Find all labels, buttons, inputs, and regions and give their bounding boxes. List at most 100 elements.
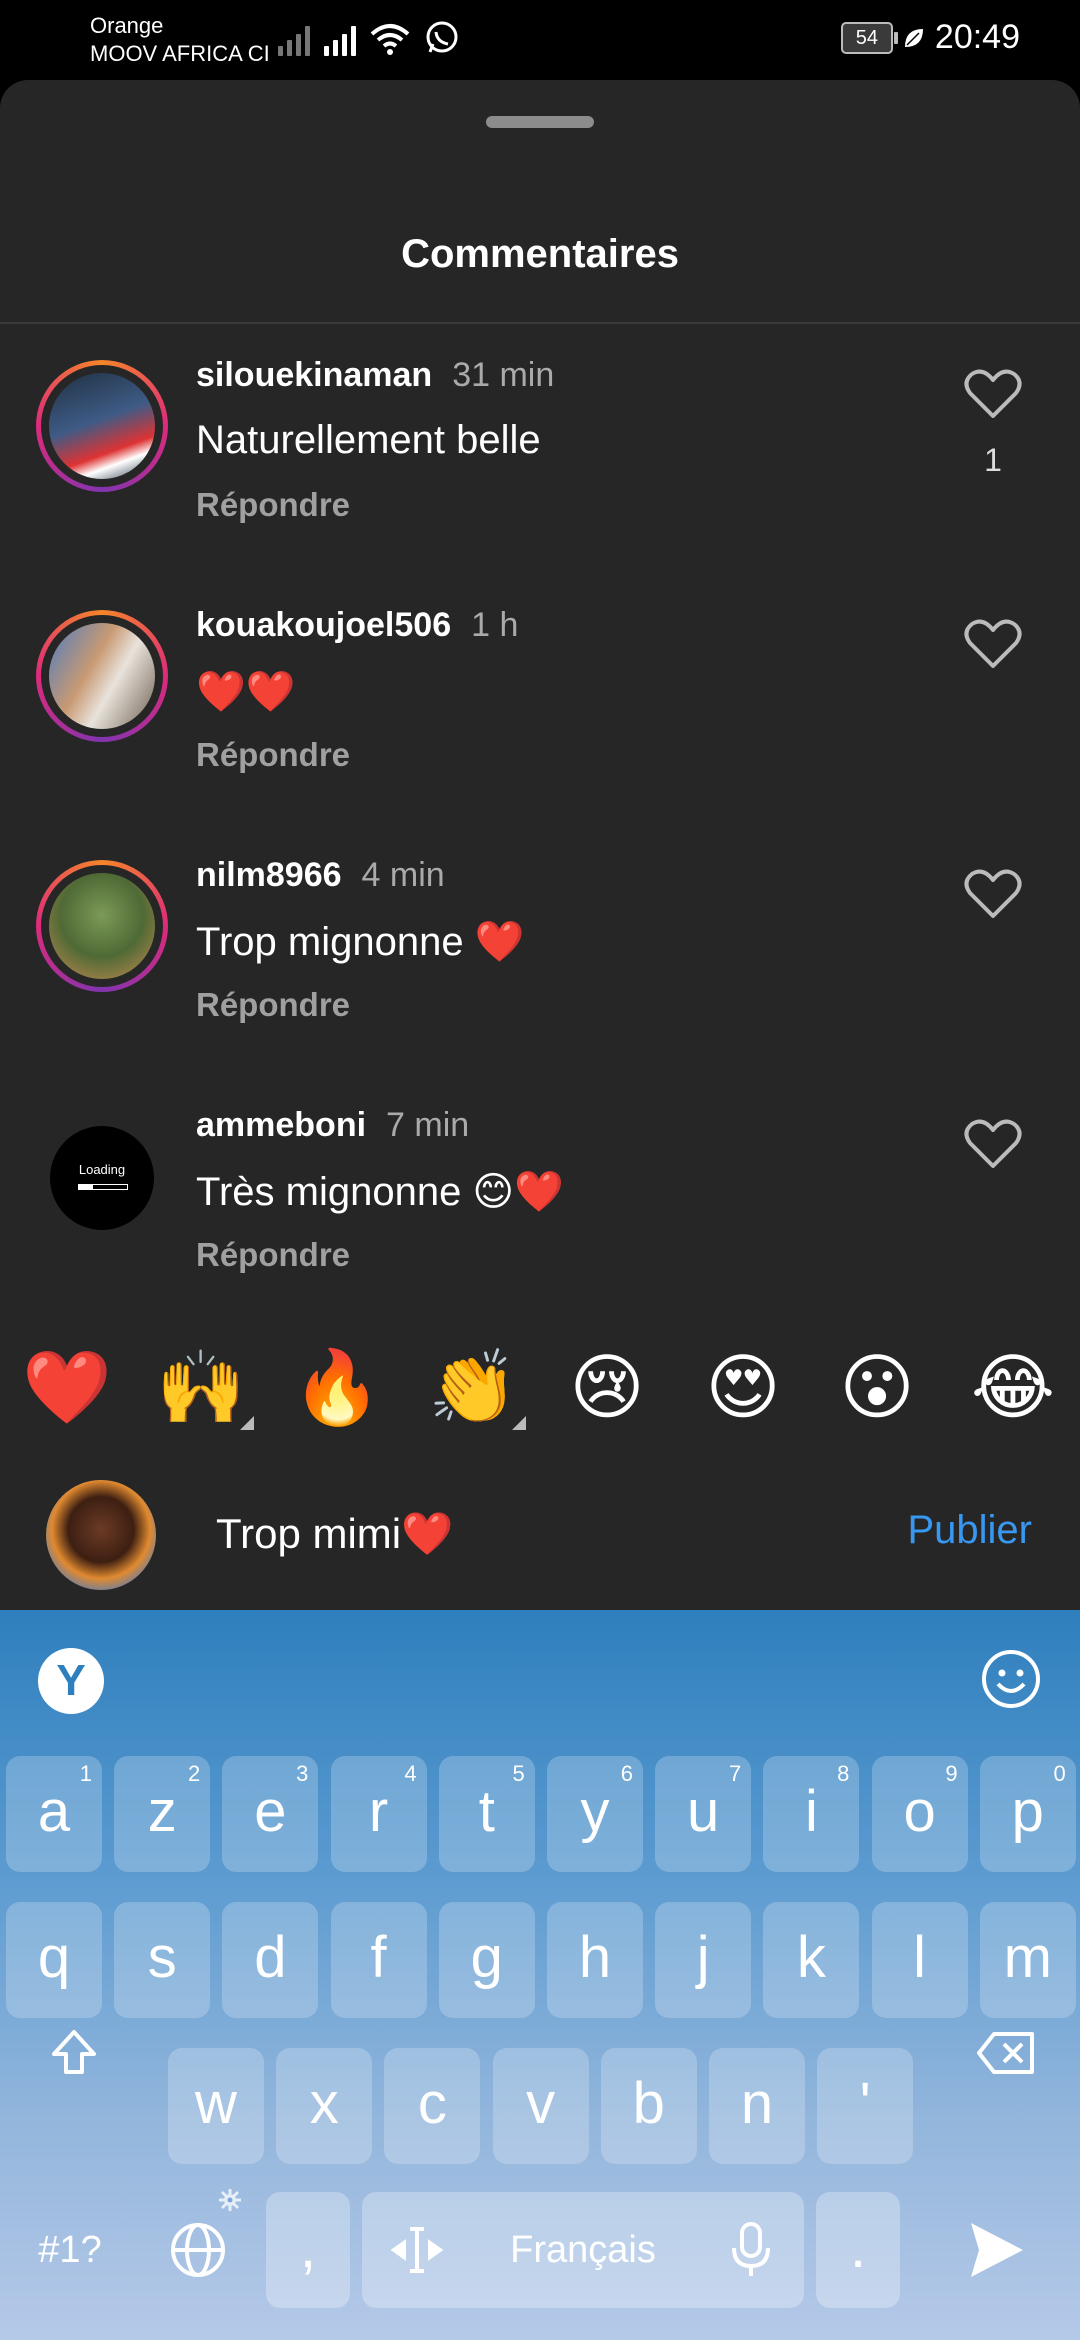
- emoji-crying[interactable]: 😢: [562, 1342, 652, 1432]
- key-p-number: 0: [1053, 1761, 1066, 1786]
- microphone-icon: [732, 2222, 770, 2276]
- key-h[interactable]: h: [547, 1902, 643, 2018]
- globe-key[interactable]: [150, 2189, 246, 2308]
- key-c[interactable]: c: [384, 2048, 481, 2164]
- avatar[interactable]: [36, 860, 168, 992]
- comment-header: ammeboni 7 min: [196, 1106, 469, 1145]
- comment-text: ❤️❤️: [196, 669, 296, 715]
- key-u[interactable]: u7: [655, 1756, 752, 1872]
- key-w[interactable]: w: [168, 2048, 264, 2164]
- drag-handle[interactable]: [486, 116, 594, 128]
- key-o[interactable]: o9: [871, 1756, 968, 1872]
- keyboard-logo-icon[interactable]: Y: [38, 1648, 104, 1714]
- cursor-move-icon: [390, 2227, 444, 2273]
- comment-composer: Trop mimi❤️ Publier: [0, 1460, 1080, 1610]
- key-g[interactable]: g: [438, 1902, 535, 2018]
- key-t-number: 5: [512, 1761, 525, 1786]
- comma-key[interactable]: ,: [266, 2192, 350, 2308]
- key-a[interactable]: a1: [6, 1756, 102, 1872]
- backspace-icon: [977, 2032, 1034, 2074]
- comment-header: nilm8966 4 min: [196, 856, 445, 895]
- emoji-raised-hands-glyph: 🙌: [156, 1345, 246, 1429]
- reply-button[interactable]: Répondre: [196, 736, 350, 774]
- key-x[interactable]: x: [276, 2048, 373, 2164]
- comment-username[interactable]: silouekinaman: [196, 356, 432, 394]
- reply-button[interactable]: Répondre: [196, 1236, 350, 1274]
- keyboard: Y a1z2e3r4t5y6u7i8o9p0 qsdfghjklm wxcvbn…: [0, 1610, 1080, 2340]
- comment-time: 31 min: [452, 356, 555, 394]
- key-p-label: p: [1011, 1779, 1044, 1844]
- key-y[interactable]: y6: [547, 1756, 643, 1872]
- publish-button[interactable]: Publier: [907, 1508, 1032, 1553]
- key-u-number: 7: [728, 1761, 742, 1786]
- comment-time: 1 h: [471, 606, 519, 644]
- comment-text: Très mignonne 😊❤️: [196, 1170, 564, 1214]
- key-e[interactable]: e3: [222, 1756, 319, 1872]
- comment-input[interactable]: Trop mimi❤️: [216, 1510, 453, 1559]
- key-f[interactable]: f: [330, 1902, 427, 2018]
- key-y-label: y: [580, 1779, 610, 1844]
- key-v[interactable]: v: [492, 2048, 589, 2164]
- key-s[interactable]: s: [114, 1902, 211, 2018]
- key-b[interactable]: b: [600, 2048, 697, 2164]
- key-z[interactable]: z2: [114, 1756, 211, 1872]
- shift-icon: [52, 2030, 96, 2074]
- comment-username[interactable]: nilm8966: [196, 856, 342, 894]
- key-j[interactable]: j: [655, 1902, 752, 2018]
- key-e-number: 3: [296, 1761, 309, 1786]
- avatar[interactable]: Loading: [50, 1126, 154, 1230]
- carrier-labels: Orange MOOV AFRICA CI: [90, 12, 270, 68]
- heart-icon[interactable]: [964, 1118, 1022, 1170]
- symbols-key[interactable]: #1?: [30, 2192, 110, 2308]
- emoji-quick-bar: ❤️ 🙌 🔥 👏 😢 😍 😮 😂: [0, 1328, 1080, 1438]
- reply-button[interactable]: Répondre: [196, 986, 350, 1024]
- comments-sheet: Commentaires silouekinaman 31 min Naturel…: [0, 80, 1080, 1610]
- emoji-surprised[interactable]: 😮: [832, 1342, 922, 1432]
- avatar[interactable]: [36, 360, 168, 492]
- comment-header: silouekinaman 31 min: [196, 356, 554, 395]
- backspace-key[interactable]: [950, 1994, 1062, 2110]
- key-o-label: o: [903, 1779, 936, 1844]
- emoji-raised-hands[interactable]: 🙌: [156, 1342, 254, 1432]
- key-t[interactable]: t5: [438, 1756, 535, 1872]
- key-apostrophe[interactable]: ': [817, 2048, 914, 2164]
- enter-key[interactable]: [940, 2192, 1052, 2308]
- comment-time: 7 min: [386, 1106, 470, 1144]
- loading-bar: [78, 1184, 128, 1190]
- key-r[interactable]: r4: [330, 1756, 427, 1872]
- heart-icon[interactable]: [964, 368, 1022, 420]
- key-a-label: a: [37, 1779, 71, 1844]
- wifi-icon: [370, 24, 410, 55]
- key-d[interactable]: d: [222, 1902, 319, 2018]
- shift-key[interactable]: [18, 1994, 130, 2110]
- key-i-number: 8: [837, 1761, 850, 1786]
- emoji-laughing[interactable]: 😂: [968, 1342, 1058, 1432]
- emoji-heart-eyes[interactable]: 😍: [698, 1342, 788, 1432]
- key-p[interactable]: p0: [979, 1756, 1076, 1872]
- status-right: 54 20:49: [840, 18, 1020, 57]
- reply-button[interactable]: Répondre: [196, 486, 350, 524]
- carrier-1: Orange: [90, 13, 164, 38]
- key-k[interactable]: k: [763, 1902, 860, 2018]
- key-y-number: 6: [620, 1761, 633, 1786]
- signal-2-icon: [324, 22, 356, 56]
- space-key[interactable]: Français: [362, 2192, 804, 2308]
- signal-icons: [278, 20, 460, 56]
- avatar[interactable]: [36, 610, 168, 742]
- heart-icon[interactable]: [964, 868, 1022, 920]
- signal-1-icon: [278, 22, 310, 56]
- emoji-heart[interactable]: ❤️: [22, 1342, 112, 1432]
- emoji-clapping[interactable]: 👏: [428, 1342, 526, 1432]
- smiley-icon[interactable]: [980, 1648, 1042, 1710]
- carrier-2: MOOV AFRICA CI: [90, 41, 270, 66]
- key-i[interactable]: i8: [763, 1756, 860, 1872]
- key-i-label: i: [804, 1779, 818, 1844]
- emoji-clapping-glyph: 👏: [428, 1345, 518, 1429]
- emoji-fire[interactable]: 🔥: [292, 1342, 382, 1432]
- period-key[interactable]: .: [816, 2192, 900, 2308]
- comment-username[interactable]: kouakoujoel506: [196, 606, 451, 644]
- key-n[interactable]: n: [709, 2048, 805, 2164]
- comment-username[interactable]: ammeboni: [196, 1106, 366, 1144]
- globe-icon: [171, 2223, 225, 2277]
- heart-icon[interactable]: [964, 618, 1022, 670]
